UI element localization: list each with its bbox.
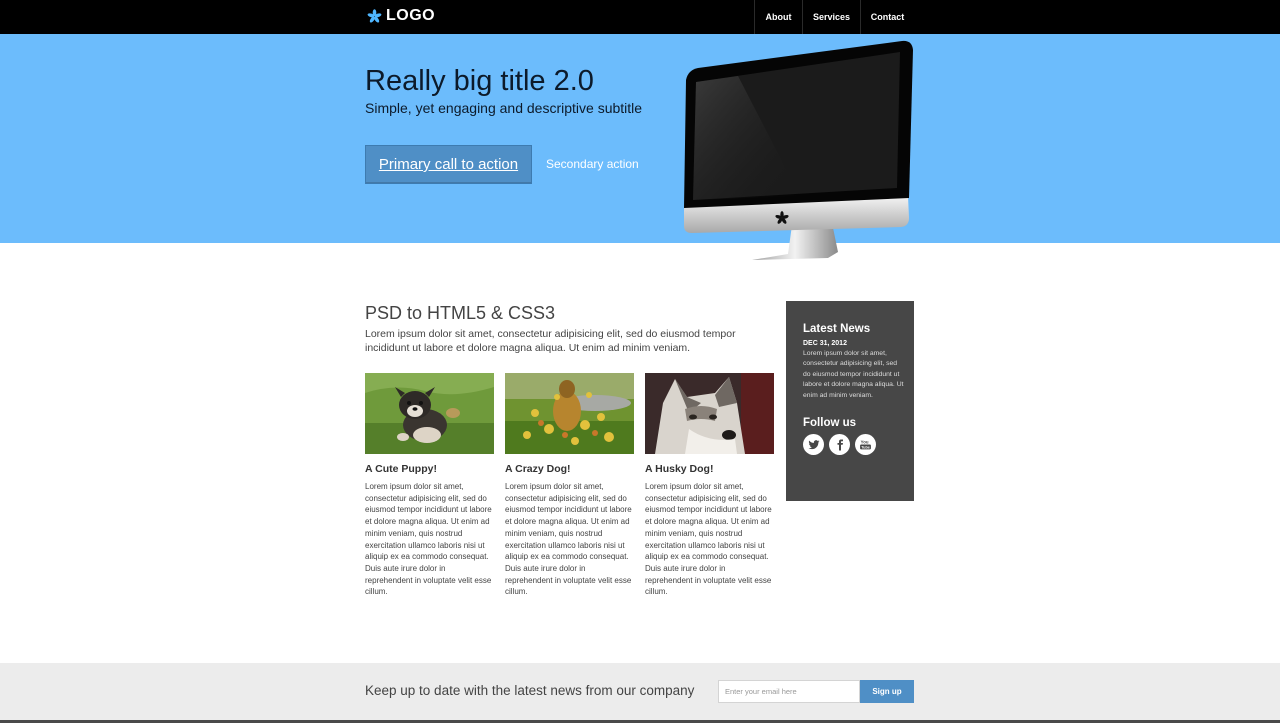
section-title: PSD to HTML5 & CSS3 — [365, 303, 556, 323]
youtube-icon[interactable]: You Tube — [855, 434, 876, 456]
card-puppy: A Cute Puppy! Lorem ipsum dolor sit amet… — [365, 373, 494, 598]
card-title: A Husky Dog! — [645, 463, 714, 475]
svg-text:You: You — [861, 439, 869, 444]
svg-text:Tube: Tube — [861, 446, 870, 450]
husky-photo — [645, 373, 774, 454]
primary-cta-button[interactable]: Primary call to action — [365, 145, 532, 184]
nav-contact[interactable]: Contact — [860, 0, 914, 34]
main-nav: About Services Contact — [754, 0, 914, 34]
crazy-dog-photo — [505, 373, 634, 454]
facebook-icon[interactable] — [829, 434, 850, 456]
puppy-photo — [365, 373, 494, 454]
newsletter-text: Keep up to date with the latest news fro… — [365, 683, 695, 698]
twitter-icon[interactable] — [803, 434, 824, 456]
social-links: You Tube — [803, 434, 904, 456]
logo[interactable]: LOGO — [367, 7, 435, 25]
top-navbar: LOGO About Services Contact — [0, 0, 1280, 34]
sidebar-panel: Latest News DEC 31, 2012 Lorem ipsum dol… — [786, 301, 914, 501]
latest-news-title: Latest News — [803, 323, 871, 335]
nav-about[interactable]: About — [754, 0, 802, 34]
card-title: A Cute Puppy! — [365, 463, 437, 475]
news-text: Lorem ipsum dolor sit amet, consectetur … — [803, 350, 904, 399]
follow-us-title: Follow us — [803, 417, 857, 430]
nav-services[interactable]: Services — [802, 0, 860, 34]
secondary-action-link[interactable]: Secondary action — [546, 157, 639, 171]
hero-subtitle: Simple, yet engaging and descriptive sub… — [365, 100, 643, 116]
card-husky: A Husky Dog! Lorem ipsum dolor sit amet,… — [645, 373, 774, 598]
hero-title: Really big title 2.0 — [365, 65, 594, 97]
news-date: DEC 31, 2012 — [803, 340, 847, 347]
sign-up-button[interactable]: Sign up — [860, 680, 914, 703]
card-text: Lorem ipsum dolor sit amet, consectetur … — [365, 482, 492, 597]
monitor-illustration — [684, 40, 913, 260]
card-title: A Crazy Dog! — [505, 463, 571, 475]
email-input[interactable] — [718, 680, 860, 703]
hero-banner — [0, 34, 1280, 243]
card-text: Lorem ipsum dolor sit amet, consectetur … — [505, 482, 632, 597]
logo-text: LOGO — [386, 7, 436, 24]
card-text: Lorem ipsum dolor sit amet, consectetur … — [645, 482, 772, 597]
logo-asterisk-icon — [367, 8, 382, 23]
card-crazy-dog: A Crazy Dog! Lorem ipsum dolor sit amet,… — [505, 373, 634, 598]
newsletter-band: Keep up to date with the latest news fro… — [0, 663, 1280, 723]
section-intro: Lorem ipsum dolor sit amet, consectetur … — [365, 328, 736, 354]
